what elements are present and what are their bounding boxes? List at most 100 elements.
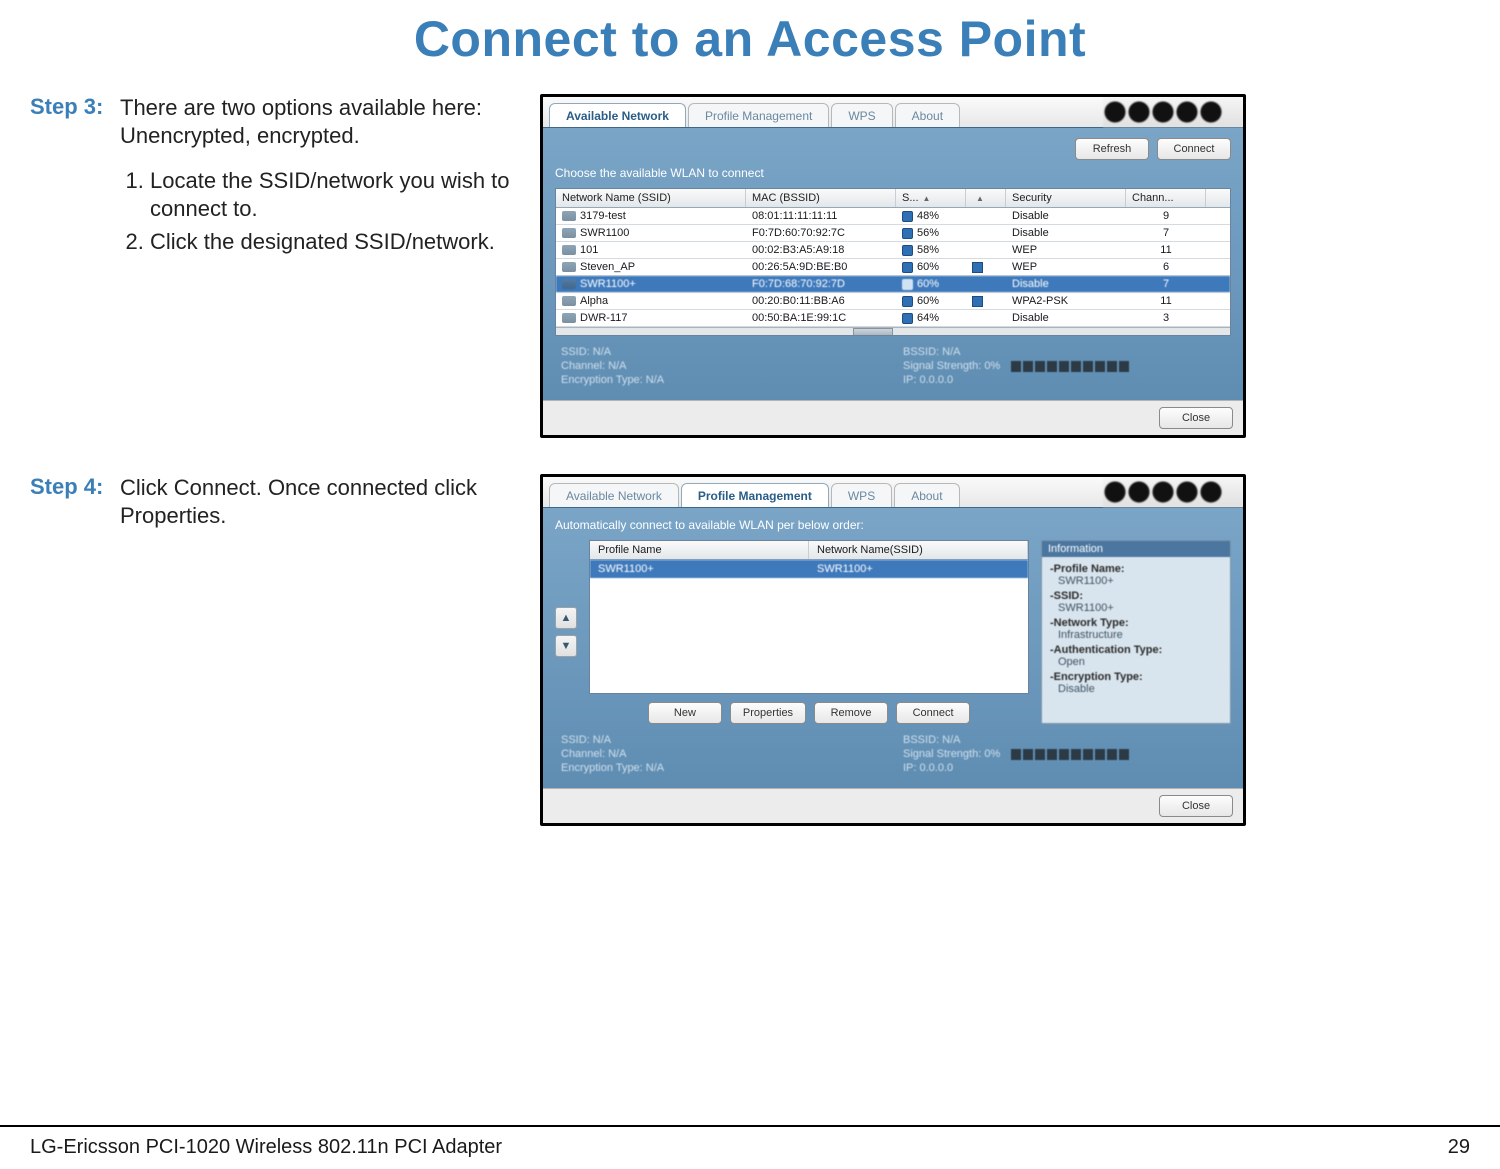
cell-sec: WEP	[1006, 259, 1126, 275]
cell-chk	[966, 214, 1006, 218]
close-button[interactable]: Close	[1159, 795, 1233, 817]
page-footer: LG-Ericsson PCI-1020 Wireless 802.11n PC…	[30, 1136, 1470, 1159]
table-row[interactable]: 3179-test 08:01:11:11:11:11 48% Disable …	[556, 208, 1230, 225]
info-profile-name: SWR1100+	[1058, 575, 1222, 587]
information-header: Information	[1042, 541, 1230, 557]
info-enc-type-label: -Encryption Type:	[1050, 671, 1222, 683]
signal-icon	[902, 211, 913, 222]
col-blank[interactable]	[966, 189, 1006, 207]
cell-ssid: DWR-117	[556, 310, 746, 326]
cell-chan: 6	[1126, 259, 1206, 275]
status-signal: Signal Strength: 0%	[903, 360, 1225, 372]
cell-sig: 60%	[896, 293, 966, 309]
col-channel[interactable]: Chann...	[1126, 189, 1206, 207]
tab-profile-management[interactable]: Profile Management	[688, 103, 829, 127]
remove-button[interactable]: Remove	[814, 702, 888, 724]
table-row[interactable]: Steven_AP 00:26:5A:9D:BE:B0 60% WEP 6	[556, 259, 1230, 276]
footer-page-number: 29	[1448, 1136, 1470, 1159]
cell-chk	[966, 293, 1006, 309]
signal-icon	[902, 262, 913, 273]
col-profile-name[interactable]: Profile Name	[590, 541, 809, 559]
step3-intro1: There are two options available here:	[120, 94, 516, 122]
close-button[interactable]: Close	[1159, 407, 1233, 429]
info-auth-type-label: -Authentication Type:	[1050, 644, 1222, 656]
info-auth-type: Open	[1058, 656, 1222, 668]
information-panel: Information -Profile Name: SWR1100+ -SSI…	[1041, 540, 1231, 724]
cell-ssid: 3179-test	[556, 208, 746, 224]
tab-available-network[interactable]: Available Network	[549, 483, 679, 507]
page-title: Connect to an Access Point	[30, 10, 1470, 68]
connect-button[interactable]: Connect	[1157, 138, 1231, 160]
properties-button[interactable]: Properties	[730, 702, 806, 724]
move-up-button[interactable]: ▲	[555, 607, 577, 629]
cell-mac: F0:7D:60:70:92:7C	[746, 225, 896, 241]
cell-chan: 9	[1126, 208, 1206, 224]
step4-block: Step 4: Click Connect. Once connected cl…	[30, 474, 1470, 826]
cell-sec: Disable	[1006, 310, 1126, 326]
cell-profile-name: SWR1100+	[590, 560, 809, 578]
col-signal[interactable]: S...	[896, 189, 966, 207]
status-bssid: BSSID: N/A	[903, 734, 1225, 746]
status-encryption: Encryption Type: N/A	[561, 374, 883, 386]
step4-text: Click Connect. Once connected click Prop…	[120, 474, 540, 529]
step3-block: Step 3: There are two options available …	[30, 94, 1470, 438]
status-ssid: SSID: N/A	[561, 346, 883, 358]
cell-chk	[966, 259, 1006, 275]
signal-icon	[902, 313, 913, 324]
cell-ssid: Steven_AP	[556, 259, 746, 275]
cell-ssid: Alpha	[556, 293, 746, 309]
cell-sec: Disable	[1006, 225, 1126, 241]
cell-mac: 00:20:B0:11:BB:A6	[746, 293, 896, 309]
cell-chk	[966, 231, 1006, 235]
tab-wps[interactable]: WPS	[831, 483, 892, 507]
info-network-type: Infrastructure	[1058, 629, 1222, 641]
status-ip: IP: 0.0.0.0	[903, 762, 1225, 774]
cell-mac: 00:02:B3:A5:A9:18	[746, 242, 896, 258]
status-channel: Channel: N/A	[561, 360, 883, 372]
status-ssid: SSID: N/A	[561, 734, 883, 746]
cell-chan: 7	[1126, 276, 1206, 292]
table-row[interactable]: DWR-117 00:50:BA:1E:99:1C 64% Disable 3	[556, 310, 1230, 327]
status-signal: Signal Strength: 0%	[903, 748, 1225, 760]
available-network-window: Available Network Profile Management WPS…	[540, 94, 1246, 438]
status-channel: Channel: N/A	[561, 748, 883, 760]
tab-about[interactable]: About	[894, 483, 959, 507]
move-down-button[interactable]: ▼	[555, 635, 577, 657]
table-row[interactable]: Alpha 00:20:B0:11:BB:A6 60% WPA2-PSK 11	[556, 293, 1230, 310]
cell-mac: 08:01:11:11:11:11	[746, 208, 896, 224]
cell-chan: 3	[1126, 310, 1206, 326]
tab-about[interactable]: About	[895, 103, 960, 127]
cell-mac: 00:26:5A:9D:BE:B0	[746, 259, 896, 275]
horizontal-scrollbar[interactable]	[556, 327, 1230, 335]
profile-row-selected[interactable]: SWR1100+ SWR1100+	[590, 560, 1028, 578]
cell-ssid: SWR1100+	[556, 276, 746, 292]
connect-button[interactable]: Connect	[896, 702, 970, 724]
table-row[interactable]: 101 00:02:B3:A5:A9:18 58% WEP 11	[556, 242, 1230, 259]
col-security[interactable]: Security	[1006, 189, 1126, 207]
table-row-selected[interactable]: SWR1100+ F0:7D:68:70:92:7D 60% Disable 7	[556, 276, 1230, 293]
check-icon	[972, 296, 983, 307]
table-row[interactable]: SWR1100 F0:7D:60:70:92:7C 56% Disable 7	[556, 225, 1230, 242]
footer-product: LG-Ericsson PCI-1020 Wireless 802.11n PC…	[30, 1136, 502, 1159]
cell-mac: 00:50:BA:1E:99:1C	[746, 310, 896, 326]
signal-icon	[902, 296, 913, 307]
cell-chk	[966, 316, 1006, 320]
cell-sig: 64%	[896, 310, 966, 326]
col-ssid[interactable]: Network Name (SSID)	[556, 189, 746, 207]
step4-body: Click Connect. Once connected click Prop…	[120, 474, 516, 529]
cell-ssid: SWR1100	[556, 225, 746, 241]
tab-profile-management[interactable]: Profile Management	[681, 483, 829, 507]
panel-title: Automatically connect to available WLAN …	[555, 518, 1231, 532]
status-ip: IP: 0.0.0.0	[903, 374, 1225, 386]
tab-wps[interactable]: WPS	[831, 103, 892, 127]
tab-bar: Available Network Profile Management WPS…	[543, 477, 1243, 507]
step3-intro2: Unencrypted, encrypted.	[120, 122, 516, 150]
refresh-button[interactable]: Refresh	[1075, 138, 1149, 160]
cell-chk	[966, 248, 1006, 252]
col-mac[interactable]: MAC (BSSID)	[746, 189, 896, 207]
cell-ssid: 101	[556, 242, 746, 258]
tab-available-network[interactable]: Available Network	[549, 103, 686, 127]
new-button[interactable]: New	[648, 702, 722, 724]
signal-icon	[902, 279, 913, 290]
col-network-name[interactable]: Network Name(SSID)	[809, 541, 1028, 559]
